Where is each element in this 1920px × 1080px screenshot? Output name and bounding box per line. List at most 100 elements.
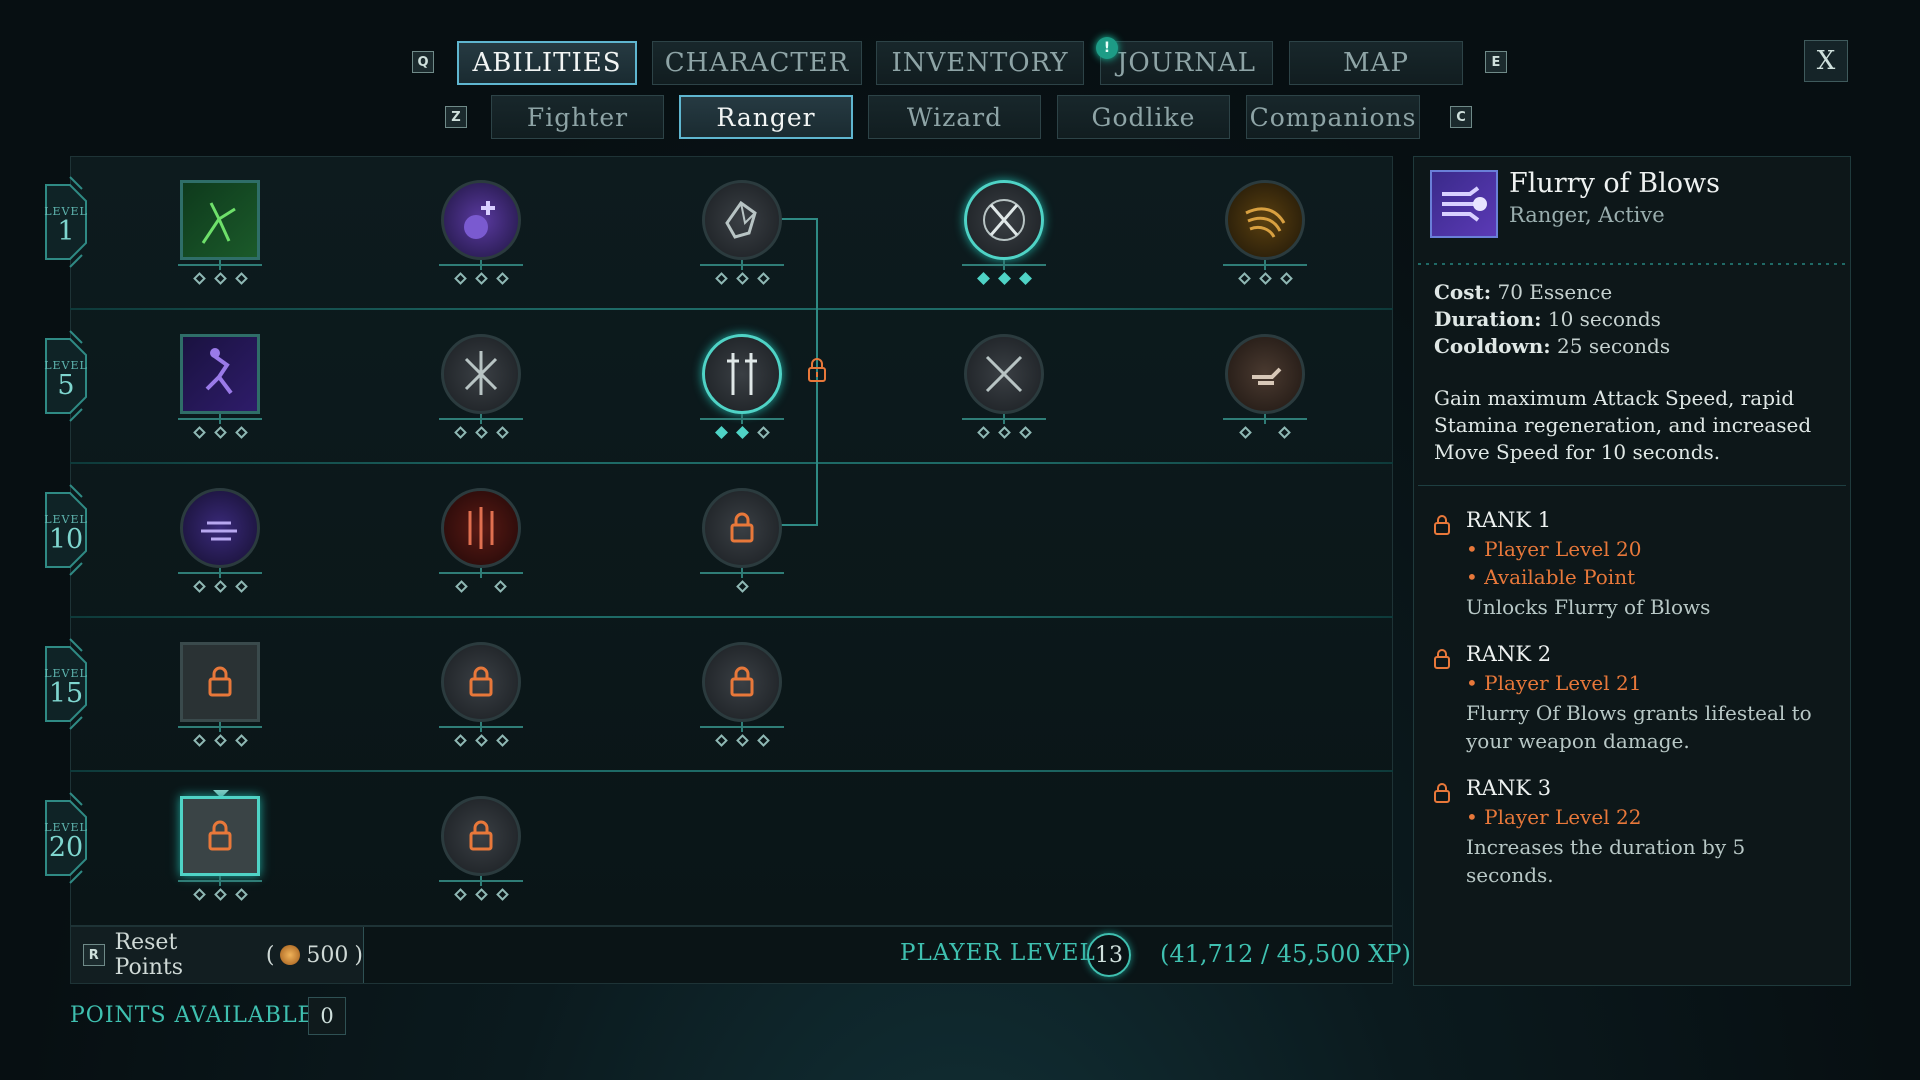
- rank-title: RANK 3: [1466, 776, 1552, 800]
- rank-title: RANK 1: [1466, 508, 1552, 532]
- pip-base: [178, 880, 262, 882]
- reset-cost: (500): [265, 942, 363, 968]
- level-number: 20: [48, 831, 84, 863]
- row-divider: [70, 462, 1393, 464]
- close-button[interactable]: X: [1804, 40, 1848, 82]
- next-tab-key[interactable]: E: [1485, 51, 1507, 73]
- ornament-divider: [1418, 254, 1848, 265]
- rank-description: Flurry Of Blows grants lifesteal to your…: [1466, 701, 1812, 753]
- ability-node-gold-wing-icon[interactable]: [1225, 180, 1305, 260]
- pip-base: [439, 418, 523, 420]
- points-available-value: 0: [308, 997, 346, 1035]
- ability-node-crossed-blades-icon[interactable]: [964, 180, 1044, 260]
- tab-character[interactable]: CHARACTER: [652, 41, 862, 85]
- rank-pips: [436, 734, 526, 752]
- level-number: 5: [57, 369, 75, 401]
- pip-base: [439, 572, 523, 574]
- next-subtab-key[interactable]: C: [1450, 106, 1472, 128]
- tab-map[interactable]: MAP: [1289, 41, 1463, 85]
- lock-icon: [1434, 649, 1450, 669]
- ability-node-crossed-swords-icon[interactable]: [964, 334, 1044, 414]
- subtab-godlike[interactable]: Godlike: [1057, 95, 1230, 139]
- subtab-fighter[interactable]: Fighter: [491, 95, 664, 139]
- level-marker-20: LEVEL 20: [40, 791, 92, 885]
- rank-pips: [175, 272, 265, 290]
- rank-pips: [697, 580, 787, 598]
- ability-node-dash-icon[interactable]: [180, 488, 260, 568]
- rank-pips: [436, 580, 526, 598]
- pip-base: [178, 726, 262, 728]
- stat-label: Cost:: [1434, 280, 1492, 304]
- xp-readout: (41,712 / 45,500 XP): [1160, 940, 1411, 968]
- ability-node-fist-strike-icon[interactable]: [1225, 334, 1305, 414]
- journal-alert-icon: !: [1096, 37, 1118, 59]
- ability-node-shatter-icon[interactable]: [702, 180, 782, 260]
- rank-requirement: • Player Level 20: [1466, 537, 1642, 561]
- reset-key: R: [83, 944, 105, 966]
- points-available-label: POINTS AVAILABLE: [70, 1003, 315, 1028]
- stat-cost: Cost: 70 Essence: [1434, 280, 1612, 304]
- pip-base: [178, 418, 262, 420]
- rank-pips: [959, 426, 1049, 444]
- detail-divider: [1418, 485, 1846, 486]
- ability-node-locked-helm-icon[interactable]: [441, 642, 521, 722]
- row-divider: [70, 770, 1393, 772]
- rank-requirement: • Player Level 22: [1466, 805, 1642, 829]
- pip-base: [962, 264, 1046, 266]
- rank-pips: [175, 426, 265, 444]
- ability-node-triple-arrow-icon[interactable]: [441, 488, 521, 568]
- ability-node-locked-fist-icon[interactable]: [180, 796, 260, 876]
- tab-abilities[interactable]: ABILITIES: [457, 41, 637, 85]
- stat-value: 25 seconds: [1557, 334, 1671, 358]
- level-marker-10: LEVEL 10: [40, 483, 92, 577]
- prev-tab-key[interactable]: Q: [412, 51, 434, 73]
- ability-node-blade-burst-icon[interactable]: [441, 334, 521, 414]
- player-level-value: 13: [1095, 942, 1123, 968]
- ability-node-nature-burst-icon[interactable]: [180, 180, 260, 260]
- ability-node-locked-archer-icon[interactable]: [702, 642, 782, 722]
- tab-inventory[interactable]: INVENTORY: [876, 41, 1084, 85]
- tab-journal[interactable]: JOURNAL: [1100, 41, 1273, 85]
- rank-pips: [175, 888, 265, 906]
- rank-pips: [1220, 426, 1310, 444]
- ability-subtitle: Ranger, Active: [1509, 203, 1665, 227]
- pip-base: [178, 572, 262, 574]
- stat-cooldown: Cooldown: 25 seconds: [1434, 334, 1670, 358]
- ability-description: Gain maximum Attack Speed, rapid Stamina…: [1434, 386, 1812, 464]
- subtab-ranger[interactable]: Ranger: [679, 95, 853, 139]
- reset-cost-value: 500: [306, 942, 349, 968]
- subtab-companions[interactable]: Companions: [1246, 95, 1420, 139]
- rank-pips: [436, 426, 526, 444]
- level-marker-5: LEVEL 5: [40, 329, 92, 423]
- level-number: 15: [48, 677, 84, 709]
- tree-connector: [780, 524, 818, 526]
- stat-value: 70 Essence: [1497, 280, 1613, 304]
- pip-base: [439, 726, 523, 728]
- ability-node-healing-potion-icon[interactable]: [441, 180, 521, 260]
- stat-label: Cooldown:: [1434, 334, 1551, 358]
- prev-subtab-key[interactable]: Z: [445, 106, 467, 128]
- pip-base: [1223, 264, 1307, 266]
- rank-pips: [959, 272, 1049, 290]
- stat-label: Duration:: [1434, 307, 1542, 331]
- ability-node-flurry-of-blows-icon[interactable]: [180, 334, 260, 414]
- rank-pips: [1220, 272, 1310, 290]
- rank-pips: [697, 426, 787, 444]
- player-level-badge: 13: [1078, 930, 1140, 980]
- rank-description: Unlocks Flurry of Blows: [1466, 595, 1711, 619]
- rank-requirement: • Available Point: [1466, 565, 1636, 589]
- coin-icon: [280, 945, 301, 965]
- pip-base: [700, 726, 784, 728]
- lock-icon: [1434, 783, 1450, 803]
- subtab-wizard[interactable]: Wizard: [868, 95, 1041, 139]
- ability-node-dual-weapons-icon[interactable]: [702, 334, 782, 414]
- ability-node-locked-burst-icon[interactable]: [702, 488, 782, 568]
- pip-base: [962, 418, 1046, 420]
- level-marker-1: LEVEL 1: [40, 175, 92, 269]
- ability-node-locked-star-icon[interactable]: [441, 796, 521, 876]
- pip-base: [700, 418, 784, 420]
- reset-points-button[interactable]: R Reset Points (500): [71, 927, 364, 983]
- pip-base: [700, 264, 784, 266]
- ability-node-locked-shield-icon[interactable]: [180, 642, 260, 722]
- stat-duration: Duration: 10 seconds: [1434, 307, 1661, 331]
